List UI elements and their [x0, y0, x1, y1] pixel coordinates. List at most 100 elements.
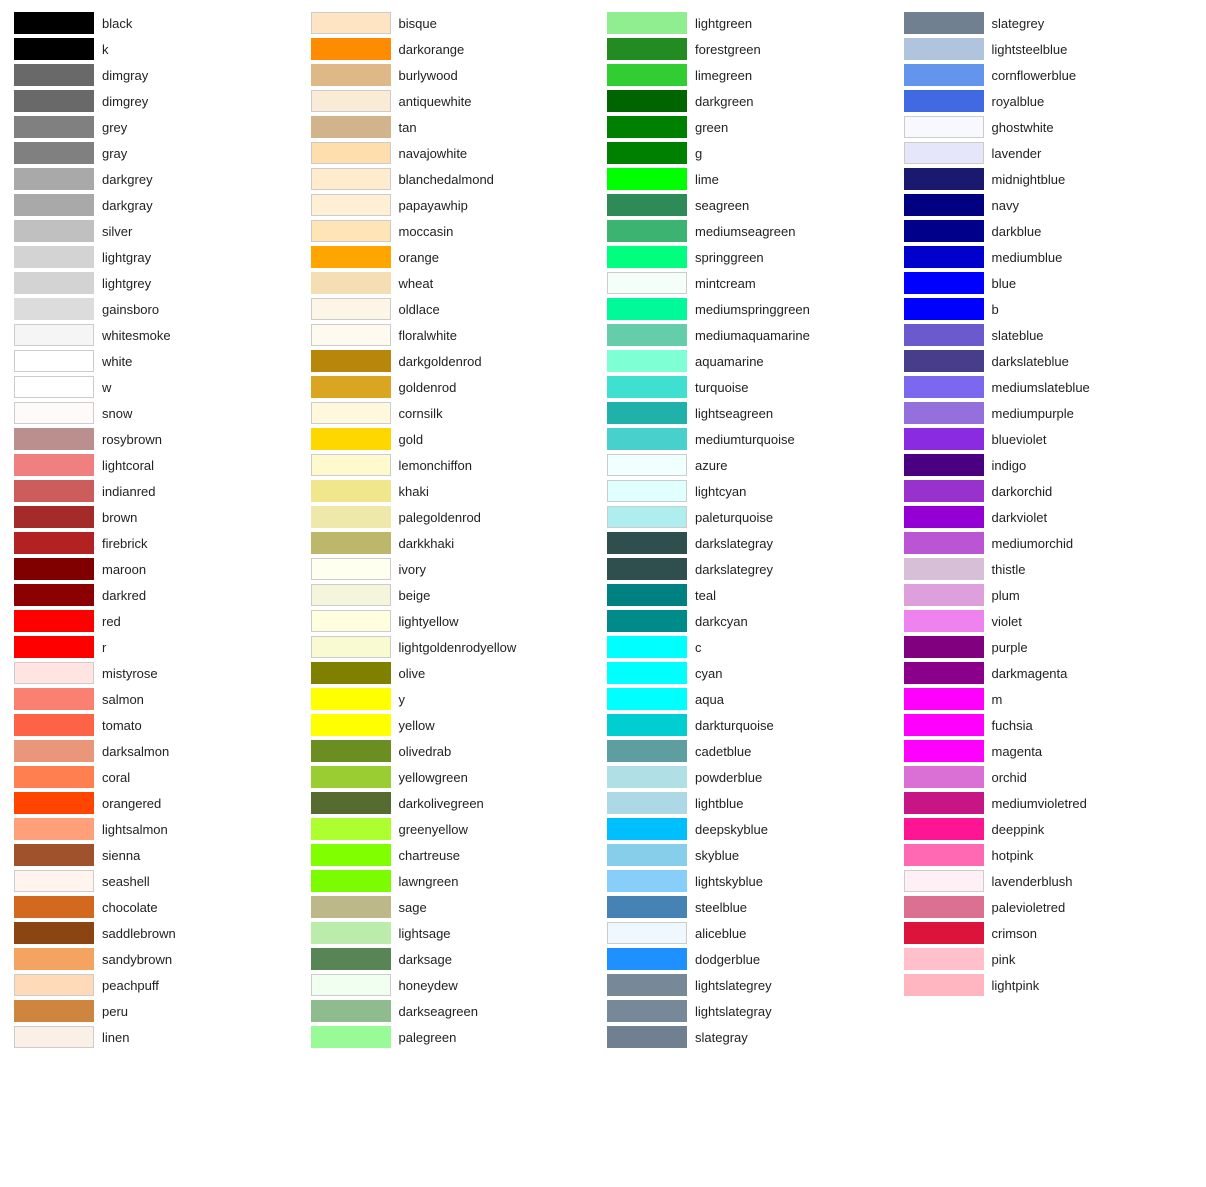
color-swatch: [904, 194, 984, 216]
color-swatch: [14, 844, 94, 866]
color-row: darkgray: [10, 192, 307, 218]
color-label: salmon: [102, 692, 144, 707]
color-label: honeydew: [399, 978, 458, 993]
color-row: lightcyan: [603, 478, 900, 504]
color-label: blue: [992, 276, 1017, 291]
color-swatch: [14, 1026, 94, 1048]
color-row: mediumvioletred: [900, 790, 1197, 816]
color-swatch: [14, 402, 94, 424]
color-label: darkturquoise: [695, 718, 774, 733]
color-swatch: [311, 1000, 391, 1022]
color-swatch: [14, 948, 94, 970]
color-label: palegreen: [399, 1030, 457, 1045]
color-row: navy: [900, 192, 1197, 218]
color-label: brown: [102, 510, 137, 525]
color-label: crimson: [992, 926, 1038, 941]
color-row: lightgreen: [603, 10, 900, 36]
color-label: coral: [102, 770, 130, 785]
color-swatch: [607, 532, 687, 554]
color-row: seagreen: [603, 192, 900, 218]
color-label: y: [399, 692, 406, 707]
color-swatch: [311, 428, 391, 450]
color-label: navajowhite: [399, 146, 468, 161]
color-row: orange: [307, 244, 604, 270]
color-row: moccasin: [307, 218, 604, 244]
color-row: forestgreen: [603, 36, 900, 62]
color-label: darkcyan: [695, 614, 748, 629]
color-row: azure: [603, 452, 900, 478]
color-swatch: [904, 90, 984, 112]
color-row: olivedrab: [307, 738, 604, 764]
color-row: peachpuff: [10, 972, 307, 998]
color-swatch: [14, 922, 94, 944]
color-row: saddlebrown: [10, 920, 307, 946]
color-swatch: [14, 64, 94, 86]
color-row: blueviolet: [900, 426, 1197, 452]
color-label: moccasin: [399, 224, 454, 239]
color-row: darkcyan: [603, 608, 900, 634]
color-label: deeppink: [992, 822, 1045, 837]
color-label: lightsalmon: [102, 822, 168, 837]
color-label: blanchedalmond: [399, 172, 494, 187]
color-swatch: [904, 740, 984, 762]
color-row: lightpink: [900, 972, 1197, 998]
color-label: ghostwhite: [992, 120, 1054, 135]
color-swatch: [607, 64, 687, 86]
color-label: lightsage: [399, 926, 451, 941]
color-swatch: [14, 376, 94, 398]
color-swatch: [904, 324, 984, 346]
color-row: skyblue: [603, 842, 900, 868]
color-row: honeydew: [307, 972, 604, 998]
color-swatch: [311, 480, 391, 502]
color-row: cornsilk: [307, 400, 604, 426]
color-row: lightblue: [603, 790, 900, 816]
color-label: whitesmoke: [102, 328, 171, 343]
color-label: cornflowerblue: [992, 68, 1077, 83]
color-label: darkorchid: [992, 484, 1053, 499]
color-swatch: [607, 558, 687, 580]
color-row: beige: [307, 582, 604, 608]
color-row: lightsteelblue: [900, 36, 1197, 62]
color-label: slategray: [695, 1030, 748, 1045]
color-label: b: [992, 302, 999, 317]
color-swatch: [904, 662, 984, 684]
color-row: blue: [900, 270, 1197, 296]
color-label: darkkhaki: [399, 536, 455, 551]
color-label: lightgrey: [102, 276, 151, 291]
color-label: orangered: [102, 796, 161, 811]
color-row: salmon: [10, 686, 307, 712]
color-label: burlywood: [399, 68, 458, 83]
color-row: tomato: [10, 712, 307, 738]
color-label: darkorange: [399, 42, 465, 57]
color-swatch: [607, 38, 687, 60]
color-row: chartreuse: [307, 842, 604, 868]
color-label: cyan: [695, 666, 722, 681]
color-swatch: [607, 142, 687, 164]
color-label: sienna: [102, 848, 140, 863]
color-swatch: [14, 662, 94, 684]
color-label: mediumorchid: [992, 536, 1074, 551]
color-row: magenta: [900, 738, 1197, 764]
color-swatch: [14, 90, 94, 112]
color-label: paleturquoise: [695, 510, 773, 525]
color-label: mediumvioletred: [992, 796, 1087, 811]
color-swatch: [311, 662, 391, 684]
color-label: cornsilk: [399, 406, 443, 421]
color-swatch: [904, 948, 984, 970]
color-swatch: [14, 714, 94, 736]
color-swatch: [14, 766, 94, 788]
color-swatch: [14, 740, 94, 762]
color-row: lavenderblush: [900, 868, 1197, 894]
color-row: cadetblue: [603, 738, 900, 764]
color-label: hotpink: [992, 848, 1034, 863]
color-label: darkgrey: [102, 172, 153, 187]
color-label: thistle: [992, 562, 1026, 577]
color-swatch: [14, 584, 94, 606]
color-label: wheat: [399, 276, 434, 291]
color-swatch: [607, 1000, 687, 1022]
color-swatch: [904, 220, 984, 242]
color-label: m: [992, 692, 1003, 707]
color-label: dimgray: [102, 68, 148, 83]
color-label: tomato: [102, 718, 142, 733]
color-swatch: [904, 558, 984, 580]
